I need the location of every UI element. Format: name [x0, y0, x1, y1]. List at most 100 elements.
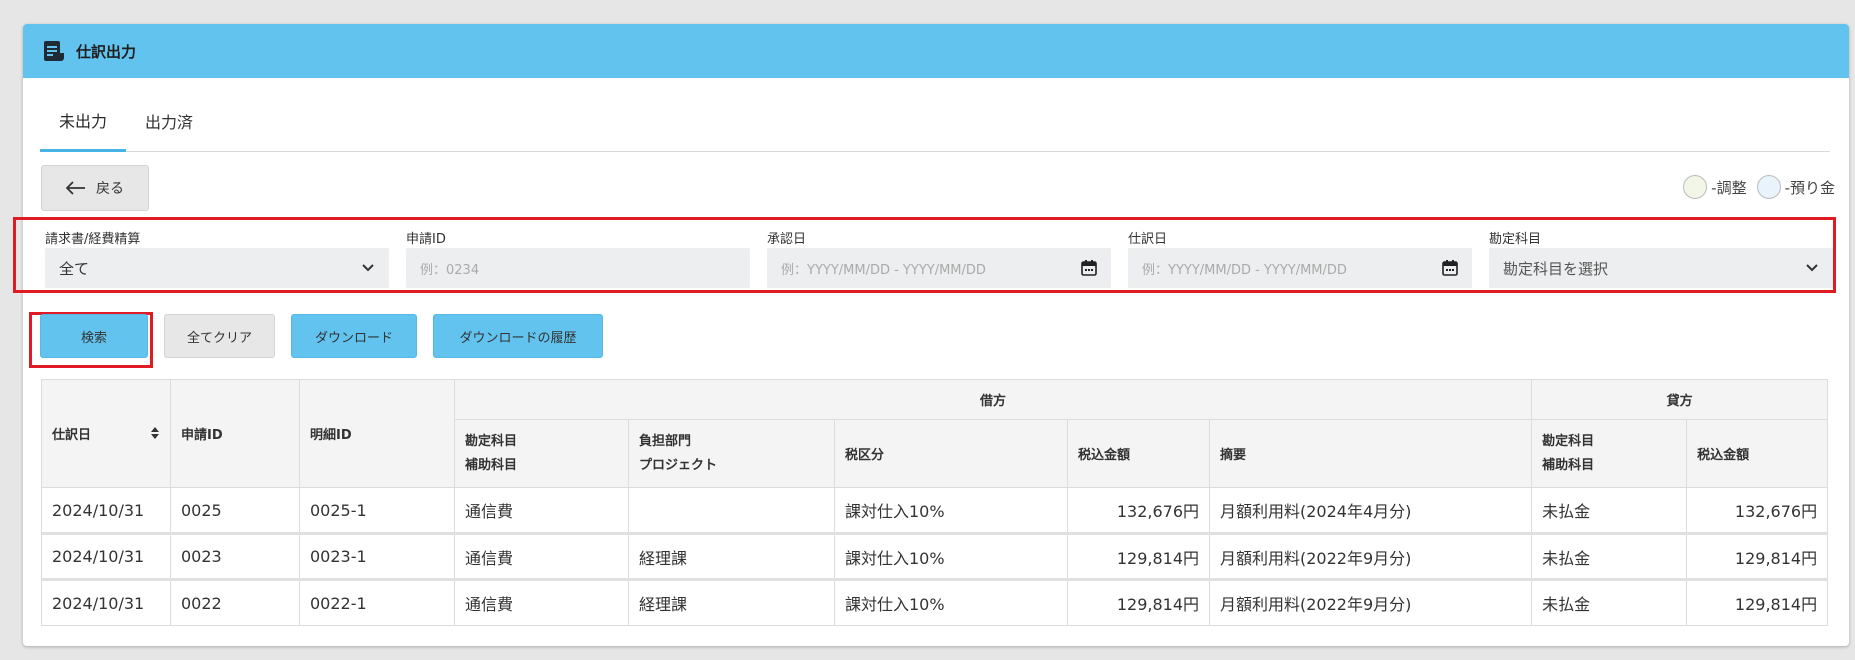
- header-label: 負担部門: [639, 433, 692, 449]
- cell-credit-account: 未払金: [1531, 532, 1688, 580]
- header-label: 仕訳日: [52, 428, 92, 443]
- cell-journal-date: 2024/10/31: [41, 578, 171, 626]
- cell-detail-id: 0022-1: [299, 578, 455, 626]
- header-label: 税込金額: [1697, 448, 1750, 463]
- cell-debit-account: 通信費: [454, 578, 629, 626]
- approval-date-placeholder: 例：YYYY/MM/DD - YYYY/MM/DD: [781, 262, 986, 278]
- back-button[interactable]: 戻る: [41, 165, 149, 211]
- page-title: 仕訳出力: [76, 42, 137, 61]
- arrow-left-icon: [66, 181, 86, 195]
- approval-date-input[interactable]: 例：YYYY/MM/DD - YYYY/MM/DD: [767, 248, 1111, 288]
- cell-summary: 月額利用料(2022年9月分): [1208, 532, 1533, 580]
- account-placeholder: 勘定科目を選択: [1503, 259, 1609, 278]
- cell-request-id-link[interactable]: 0022: [170, 578, 300, 626]
- tab-exported[interactable]: 出力済: [126, 90, 212, 152]
- table-row: 2024/10/31 0025 0025-1 通信費 課対仕入10% 132,6…: [41, 487, 1829, 534]
- download-label: ダウンロード: [314, 330, 393, 346]
- header-label: 補助科目: [465, 457, 518, 473]
- chevron-down-icon: [1805, 263, 1819, 273]
- col-debit-account: 勘定科目 補助科目: [454, 419, 629, 488]
- header-label: 貸方: [1666, 394, 1693, 409]
- cell-amount: 129,814円: [1067, 532, 1210, 580]
- col-request-id: 申請ID: [170, 379, 300, 488]
- legend-label: -調整: [1711, 178, 1747, 197]
- cell-summary: 月額利用料(2022年9月分): [1208, 578, 1533, 626]
- cell-request-id-link[interactable]: 0025: [170, 487, 300, 534]
- download-history-button[interactable]: ダウンロードの履歴: [433, 314, 603, 358]
- legend-adjustment: -調整: [1683, 175, 1747, 199]
- cell-department: 経理課: [628, 532, 835, 580]
- header-label: 税込金額: [1078, 448, 1131, 463]
- journal-date-placeholder: 例：YYYY/MM/DD - YYYY/MM/DD: [1142, 262, 1347, 278]
- account-label: 勘定科目: [1489, 232, 1542, 247]
- journal-date-input[interactable]: 例：YYYY/MM/DD - YYYY/MM/DD: [1128, 248, 1472, 288]
- journal-date-label: 仕訳日: [1128, 232, 1168, 247]
- document-icon: [42, 39, 66, 63]
- cell-credit-account: 未払金: [1531, 487, 1688, 534]
- clear-all-button[interactable]: 全てクリア: [164, 314, 275, 358]
- col-credit-amount: 税込金額: [1686, 419, 1829, 488]
- cell-journal-date: 2024/10/31: [41, 532, 171, 580]
- search-button[interactable]: 検索: [40, 314, 148, 358]
- legend-deposit: -預り金: [1756, 175, 1835, 199]
- cell-detail-id: 0023-1: [299, 532, 455, 580]
- doc-type-select[interactable]: 全て: [45, 248, 389, 288]
- doc-type-label: 請求書/経費精算: [45, 232, 141, 247]
- header-label: 明細ID: [310, 428, 352, 443]
- col-tax-category: 税区分: [834, 419, 1068, 488]
- col-amount: 税込金額: [1067, 419, 1210, 488]
- sort-icon[interactable]: [150, 426, 160, 440]
- header-label: 補助科目: [1542, 457, 1595, 473]
- deposit-swatch: [1756, 175, 1781, 199]
- search-button-label: 検索: [80, 330, 107, 346]
- chevron-down-icon: [361, 263, 375, 273]
- download-button[interactable]: ダウンロード: [291, 314, 417, 358]
- tab-label: 未出力: [59, 111, 108, 131]
- calendar-icon[interactable]: [1081, 260, 1097, 276]
- approval-date-label: 承認日: [767, 232, 807, 247]
- col-credit-account: 勘定科目 補助科目: [1531, 419, 1688, 488]
- col-journal-date[interactable]: 仕訳日: [41, 379, 171, 488]
- header-label: 借方: [980, 394, 1007, 409]
- download-history-label: ダウンロードの履歴: [459, 330, 577, 346]
- table-row: 2024/10/31 0022 0022-1 通信費 経理課 課対仕入10% 1…: [41, 578, 1829, 626]
- clear-all-label: 全てクリア: [186, 330, 252, 346]
- cell-detail-id: 0025-1: [299, 487, 455, 534]
- row-color-legend: -調整 -預り金: [1683, 175, 1835, 199]
- request-id-input[interactable]: 例：0234: [406, 248, 750, 288]
- col-group-debit: 借方: [453, 379, 1533, 420]
- header-label: 勘定科目: [465, 433, 518, 449]
- cell-department: [628, 487, 835, 534]
- cell-credit-account: 未払金: [1531, 578, 1688, 626]
- request-id-placeholder: 例：0234: [420, 262, 480, 278]
- adjustment-swatch: [1683, 175, 1708, 199]
- col-department: 負担部門プロジェクト: [628, 419, 835, 488]
- header-label: 申請ID: [181, 428, 223, 443]
- account-select[interactable]: 勘定科目を選択: [1489, 248, 1833, 288]
- cell-tax-category: 課対仕入10%: [834, 532, 1068, 580]
- cell-department: 経理課: [628, 578, 835, 626]
- cell-debit-account: 通信費: [454, 487, 629, 534]
- header-label: プロジェクト: [639, 457, 718, 473]
- journal-table: 仕訳日 申請ID 明細ID 借方 貸方 勘定科目 補助科目 負担部門 プロジェクト …: [41, 379, 1829, 626]
- header-label: 税区分: [845, 448, 885, 463]
- request-id-label: 申請ID: [406, 232, 446, 247]
- action-buttons: 検索 全てクリア ダウンロード ダウンロードの履歴: [40, 305, 740, 361]
- cell-tax-category: 課対仕入10%: [834, 487, 1068, 534]
- cell-amount: 129,814円: [1067, 578, 1210, 626]
- col-group-credit: 貸方: [1531, 379, 1829, 420]
- calendar-icon[interactable]: [1442, 260, 1458, 276]
- cell-journal-date: 2024/10/31: [41, 487, 171, 534]
- table-row: 2024/10/31 0023 0023-1 通信費 経理課 課対仕入10% 1…: [41, 532, 1829, 580]
- tab-not-exported[interactable]: 未出力: [40, 90, 127, 152]
- header-label: 勘定科目: [1542, 433, 1595, 449]
- cell-request-id-link[interactable]: 0023: [170, 532, 300, 580]
- status-tabs: 未出力 出力済: [40, 90, 1830, 152]
- col-detail-id: 明細ID: [299, 379, 455, 488]
- tab-label: 出力済: [145, 113, 194, 132]
- back-button-label: 戻る: [96, 181, 124, 197]
- cell-credit-amount: 129,814円: [1686, 532, 1829, 580]
- filter-panel: 請求書/経費精算 全て 申請ID 例：0234 承認日 例：YYYY/MM/DD…: [13, 217, 1836, 293]
- cell-credit-amount: 129,814円: [1686, 578, 1829, 626]
- col-summary: 摘要: [1208, 419, 1533, 488]
